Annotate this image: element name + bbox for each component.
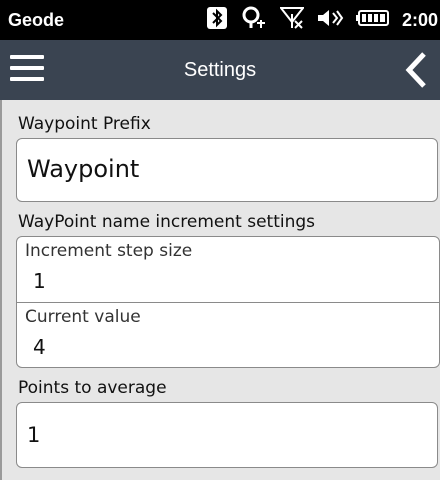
back-chevron-icon[interactable] [404, 52, 428, 88]
increment-settings-label: WayPoint name increment settings [18, 212, 316, 232]
clock: 2:00 [401, 9, 438, 30]
bluetooth-icon [206, 6, 228, 34]
points-to-average-input[interactable]: 1 [16, 402, 438, 468]
current-value-value: 4 [33, 335, 46, 359]
increment-settings-group: Increment step size 1 Current value 4 [16, 236, 440, 368]
increment-step-size-field[interactable]: Increment step size 1 [17, 237, 439, 303]
current-value-label: Current value [25, 307, 141, 327]
app-bar: Settings [0, 40, 440, 100]
status-bar: Geode 2:00 [0, 0, 440, 40]
points-to-average-value: 1 [27, 423, 41, 447]
app-name: Geode [8, 10, 65, 30]
volume-icon [316, 6, 344, 34]
waypoint-prefix-label: Waypoint Prefix [18, 114, 151, 134]
no-signal-icon [278, 6, 306, 34]
page-title: Settings [183, 59, 257, 81]
points-to-average-label: Points to average [18, 378, 167, 398]
gps-icon [240, 6, 268, 34]
increment-step-size-label: Increment step size [25, 241, 193, 261]
settings-content: Waypoint Prefix Waypoint WayPoint name i… [0, 100, 440, 480]
status-icons: 2:00 [206, 0, 438, 40]
waypoint-prefix-input[interactable]: Waypoint [16, 138, 438, 202]
increment-step-size-value: 1 [33, 269, 46, 293]
battery-icon [355, 6, 390, 34]
current-value-field[interactable]: Current value 4 [17, 302, 439, 367]
waypoint-prefix-value: Waypoint [27, 155, 140, 183]
